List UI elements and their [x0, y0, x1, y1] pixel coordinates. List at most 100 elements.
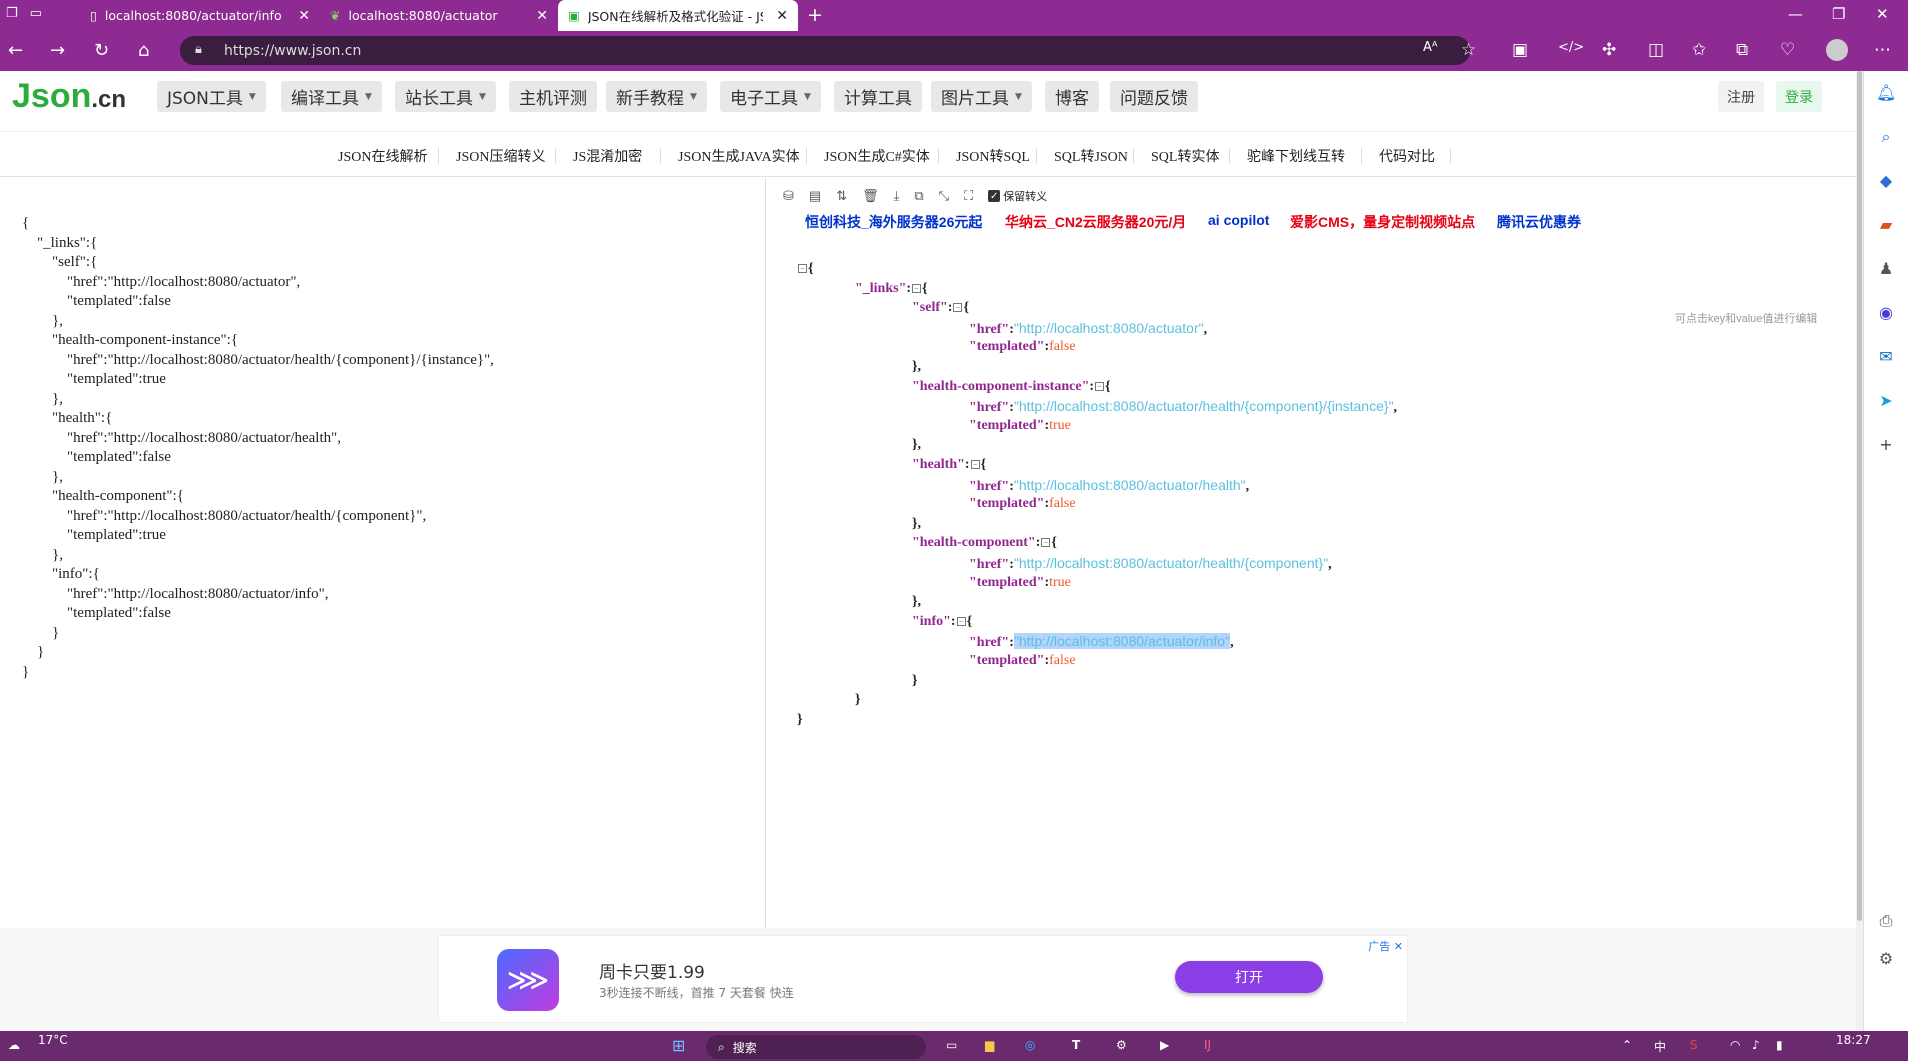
- subnav-camel-snake[interactable]: 驼峰下划线互转: [1247, 146, 1345, 166]
- edge-icon[interactable]: ◎: [1025, 1038, 1035, 1052]
- close-tab-icon[interactable]: ✕: [536, 8, 548, 24]
- ad-open-button[interactable]: 打开: [1175, 961, 1323, 993]
- new-tab-button[interactable]: +: [807, 4, 823, 26]
- json-tree-line[interactable]: "info": −{: [912, 614, 972, 630]
- toolbox-icon[interactable]: ▰: [1876, 215, 1896, 235]
- tag-icon[interactable]: ◆: [1876, 171, 1896, 191]
- subnav-json-csharp[interactable]: JSON生成C#实体: [824, 146, 930, 166]
- json-tree-line[interactable]: "href":"http://localhost:8080/actuator/h…: [969, 555, 1332, 573]
- json-key[interactable]: "templated": [969, 653, 1044, 668]
- json-key[interactable]: "health-component": [912, 535, 1036, 550]
- extension-icon[interactable]: ▣: [1512, 40, 1528, 60]
- json-key[interactable]: "href": [969, 635, 1009, 650]
- collapse-icon[interactable]: −: [798, 264, 807, 273]
- sponsor-link-4[interactable]: 爱影CMS，量身定制视频站点: [1290, 212, 1475, 232]
- start-icon[interactable]: ⊞: [672, 1036, 685, 1055]
- subnav-sql-json[interactable]: SQL转JSON: [1054, 146, 1128, 166]
- excel-icon[interactable]: ▤: [809, 188, 821, 204]
- games-icon[interactable]: ♟: [1876, 259, 1896, 279]
- json-string-value[interactable]: "http://localhost:8080/actuator/health/{…: [1014, 398, 1394, 414]
- settings-gear-icon[interactable]: ⚙: [1876, 949, 1896, 969]
- search-icon[interactable]: ⌕: [1876, 127, 1896, 147]
- json-key[interactable]: "self": [912, 300, 948, 315]
- json-tree-line[interactable]: "templated":false: [969, 653, 1076, 669]
- add-icon[interactable]: +: [1876, 435, 1896, 455]
- url-input[interactable]: 🔒︎ https://www.json.cn: [180, 36, 1470, 65]
- workspaces-icon[interactable]: ❐: [6, 6, 18, 21]
- json-tree-line[interactable]: "href":"http://localhost:8080/actuator",: [969, 320, 1207, 338]
- close-ad-icon[interactable]: ✕: [1394, 940, 1403, 953]
- keep-escape-checkbox[interactable]: ✓ 保留转义: [988, 188, 1047, 204]
- menu-compile-tools[interactable]: 编译工具 ▼: [281, 81, 382, 112]
- screenshot-icon[interactable]: ⎙: [1876, 911, 1896, 931]
- favorites-icon[interactable]: ✩: [1692, 40, 1706, 60]
- read-aloud-icon[interactable]: Aᴬ: [1423, 40, 1438, 55]
- page-scrollbar[interactable]: [1856, 71, 1863, 1031]
- menu-json-tools[interactable]: JSON工具 ▼: [157, 81, 266, 112]
- json-tree-line[interactable]: "health": −{: [912, 457, 986, 473]
- json-key[interactable]: "templated": [969, 339, 1044, 354]
- menu-image-tools[interactable]: 图片工具 ▼: [931, 81, 1032, 112]
- subnav-json-java[interactable]: JSON生成JAVA实体: [678, 146, 800, 166]
- sponsor-link-5[interactable]: 腾讯云优惠券: [1497, 212, 1581, 232]
- more-menu-icon[interactable]: ⋯: [1874, 40, 1891, 60]
- json-string-value[interactable]: "http://localhost:8080/actuator": [1014, 320, 1204, 336]
- json-tree-line[interactable]: },: [912, 516, 921, 532]
- site-logo[interactable]: Json.cn: [12, 77, 126, 116]
- forward-icon[interactable]: →: [50, 40, 65, 61]
- tab-json-cn[interactable]: ▣ JSON在线解析及格式化验证 - JS ✕: [558, 0, 798, 31]
- ime-indicator[interactable]: 中: [1654, 1038, 1666, 1055]
- json-tree-line[interactable]: "href":"http://localhost:8080/actuator/h…: [969, 477, 1249, 495]
- back-icon[interactable]: ←: [8, 40, 23, 61]
- typora-icon[interactable]: T: [1072, 1038, 1080, 1052]
- minimize-icon[interactable]: —: [1788, 5, 1803, 23]
- expand-icon[interactable]: ⛶: [964, 188, 973, 204]
- json-key[interactable]: "_links": [855, 281, 906, 296]
- json-boolean-value[interactable]: true: [1049, 575, 1071, 590]
- profile-avatar[interactable]: [1826, 39, 1848, 61]
- json-key[interactable]: "templated": [969, 575, 1044, 590]
- tab-actions-icon[interactable]: ▭: [30, 6, 42, 21]
- json-tree-line[interactable]: "templated":false: [969, 339, 1076, 355]
- scrollbar-thumb[interactable]: [1857, 71, 1862, 921]
- json-string-value[interactable]: "http://localhost:8080/actuator/info": [1013, 633, 1231, 650]
- favorite-star-icon[interactable]: ☆: [1461, 40, 1476, 60]
- json-string-value[interactable]: "http://localhost:8080/actuator/health/{…: [1014, 555, 1328, 571]
- sponsor-link-2[interactable]: 华纳云_CN2云服务器20元/月: [1005, 212, 1186, 232]
- json-tree-line[interactable]: −{: [797, 261, 814, 277]
- json-tree-line[interactable]: "self": −{: [912, 300, 969, 316]
- collapse-icon[interactable]: −: [1041, 538, 1051, 548]
- close-tab-icon[interactable]: ✕: [298, 8, 310, 24]
- file-explorer-icon[interactable]: ▆: [985, 1038, 994, 1052]
- taskbar-search[interactable]: ⌕ 搜索: [706, 1035, 926, 1059]
- collapse-icon[interactable]: −: [1095, 381, 1105, 391]
- json-tree-line[interactable]: "templated":true: [969, 575, 1071, 591]
- subnav-code-compare[interactable]: 代码对比: [1379, 146, 1435, 166]
- json-tree-line[interactable]: "templated":true: [969, 418, 1071, 434]
- json-tree-line[interactable]: },: [912, 437, 921, 453]
- collapse-icon[interactable]: −: [953, 303, 963, 313]
- refresh-icon[interactable]: ↻: [94, 40, 109, 61]
- json-key[interactable]: "info": [912, 614, 951, 629]
- lock-icon[interactable]: 🔒︎: [195, 42, 202, 57]
- login-button[interactable]: 登录: [1776, 81, 1822, 112]
- taskview-icon[interactable]: ▭: [946, 1038, 957, 1052]
- register-button[interactable]: 注册: [1718, 81, 1764, 112]
- json-tree-line[interactable]: "health-component": −{: [912, 535, 1057, 551]
- json-boolean-value[interactable]: true: [1049, 418, 1071, 433]
- json-key[interactable]: "health-component-instance": [912, 379, 1089, 394]
- volume-icon[interactable]: ♪: [1752, 1038, 1760, 1052]
- sponsor-link-1[interactable]: 恒创科技_海外服务器26元起: [805, 212, 982, 232]
- json-tree-line[interactable]: "href":"http://localhost:8080/actuator/h…: [969, 398, 1397, 416]
- weather-temp[interactable]: 17°C: [38, 1033, 68, 1047]
- json-input-editor[interactable]: { "_links":{ "self":{ "href":"http://loc…: [0, 178, 766, 928]
- json-key[interactable]: "health": [912, 457, 965, 472]
- subnav-json-parse[interactable]: JSON在线解析: [338, 146, 427, 166]
- json-tree-line[interactable]: "href":"http://localhost:8080/actuator/i…: [969, 633, 1234, 651]
- send-icon[interactable]: ➤: [1876, 391, 1896, 411]
- json-tree-line[interactable]: }: [855, 692, 861, 708]
- menu-calc-tools[interactable]: 计算工具: [834, 81, 922, 112]
- download-icon[interactable]: ⤓: [894, 188, 900, 204]
- intellij-icon[interactable]: IJ: [1204, 1038, 1211, 1052]
- subnav-js-obfuscate[interactable]: JS混淆加密: [573, 146, 642, 166]
